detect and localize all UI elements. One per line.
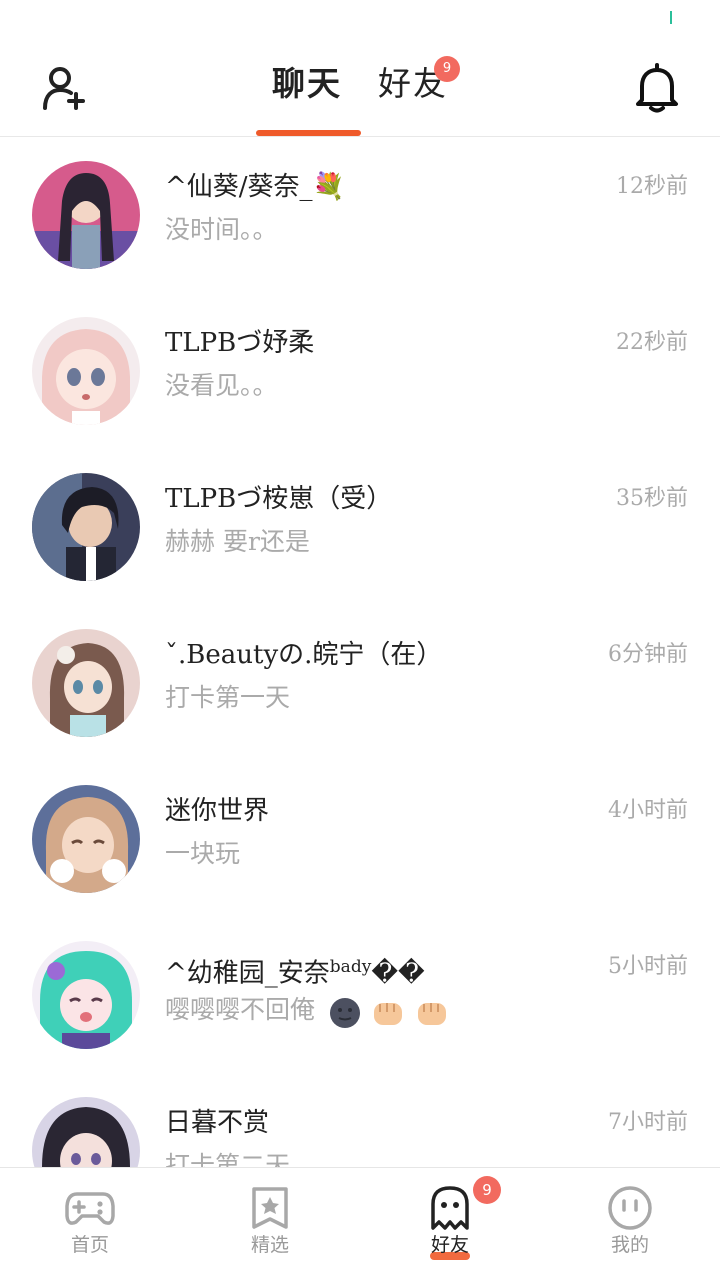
avatar[interactable] xyxy=(32,317,140,425)
contact-name: 日暮不赏 xyxy=(165,1108,270,1138)
avatar[interactable] xyxy=(32,1097,140,1167)
status-bar xyxy=(0,0,720,40)
header: 聊天 好友 9 xyxy=(0,40,720,137)
chat-list-item[interactable]: TLPBづ桉崽（受） 35秒前 赫赫 要r还是 xyxy=(0,449,720,605)
contact-name: ^仙葵/葵奈_💐 xyxy=(165,172,345,202)
avatar[interactable] xyxy=(32,785,140,893)
nav-label: 我的 xyxy=(610,1234,649,1256)
chat-list-item[interactable]: ^仙葵/葵奈_💐 12秒前 没时间。。 xyxy=(0,137,720,293)
avatar[interactable] xyxy=(32,473,140,581)
chat-list-item[interactable]: TLPBづ妤柔 22秒前 没看见。。 xyxy=(0,293,720,449)
contact-name: 迷你世界 xyxy=(165,796,270,826)
contact-name: TLPBづ妤柔 xyxy=(165,328,315,358)
chat-list-item[interactable]: ^幼稚园_安奈bady�� 5小时前 嘤嘤嘤不回俺 xyxy=(0,917,720,1073)
star-icon xyxy=(245,1186,295,1230)
message-preview: 打卡第一天 xyxy=(165,683,291,712)
add-friend-icon[interactable] xyxy=(40,64,88,112)
avatar[interactable] xyxy=(32,629,140,737)
ghost-icon xyxy=(425,1186,475,1230)
contact-name-text: ^幼稚园_安奈 xyxy=(165,958,330,989)
nav-item-home[interactable]: 首页 xyxy=(0,1168,180,1280)
fist-icon xyxy=(373,1003,402,1025)
friends-nav-badge: 9 xyxy=(473,1176,501,1204)
message-preview: 没看见。。 xyxy=(165,371,278,400)
tab-chat[interactable]: 聊天 xyxy=(272,62,342,106)
contact-name: ^幼稚园_安奈bady�� xyxy=(165,949,585,992)
message-time: 4小时前 xyxy=(608,798,688,823)
contact-name: TLPBづ桉崽（受） xyxy=(165,484,393,514)
avatar[interactable] xyxy=(32,941,140,1049)
nav-label: 首页 xyxy=(70,1234,109,1256)
nav-item-featured[interactable]: 精选 xyxy=(180,1168,360,1280)
gamepad-icon xyxy=(65,1186,115,1230)
message-time: 12秒前 xyxy=(616,174,688,199)
avatar[interactable] xyxy=(32,161,140,269)
contact-name: ˇ.Beautyの.皖宁（在） xyxy=(165,640,443,670)
message-preview: 没时间。。 xyxy=(165,215,278,244)
bell-icon[interactable] xyxy=(632,62,682,114)
chat-list-item[interactable]: 日暮不赏 7小时前 打卡第二天 xyxy=(0,1073,720,1167)
message-time: 7小时前 xyxy=(608,1110,688,1135)
bottom-nav: 首页 精选 好友 9 我的 xyxy=(0,1167,720,1280)
message-time: 6分钟前 xyxy=(608,642,688,667)
message-preview: 嘤嘤嘤不回俺 xyxy=(165,995,316,1024)
friends-tab-badge: 9 xyxy=(434,56,460,82)
nav-label: 好友 xyxy=(430,1234,469,1256)
nav-item-me[interactable]: 我的 xyxy=(540,1168,720,1280)
contact-name-tail: �� xyxy=(371,958,425,989)
nav-item-friends[interactable]: 好友 9 xyxy=(360,1168,540,1280)
active-tab-indicator xyxy=(256,130,361,136)
fist-icon xyxy=(417,1003,446,1025)
new-moon-face-icon xyxy=(329,998,360,1028)
emoji-group xyxy=(329,993,451,1031)
chat-list-item[interactable]: ˇ.Beautyの.皖宁（在） 6分钟前 打卡第一天 xyxy=(0,605,720,761)
face-icon xyxy=(605,1186,655,1230)
message-preview-row: 嘤嘤嘤不回俺 xyxy=(165,991,645,1031)
message-time: 5小时前 xyxy=(608,954,688,979)
message-time: 35秒前 xyxy=(616,486,688,511)
status-indicator xyxy=(670,11,672,24)
message-preview: 打卡第二天 xyxy=(165,1151,291,1167)
contact-name-sup: bady xyxy=(329,957,372,977)
nav-label: 精选 xyxy=(250,1234,289,1256)
message-time: 22秒前 xyxy=(616,330,688,355)
chat-list: ^仙葵/葵奈_💐 12秒前 没时间。。 TLPBづ妤柔 22秒前 没看见。。 T… xyxy=(0,137,720,1167)
message-preview: 一块玩 xyxy=(165,839,241,868)
chat-list-item[interactable]: 迷你世界 4小时前 一块玩 xyxy=(0,761,720,917)
message-preview: 赫赫 要r还是 xyxy=(165,527,310,556)
